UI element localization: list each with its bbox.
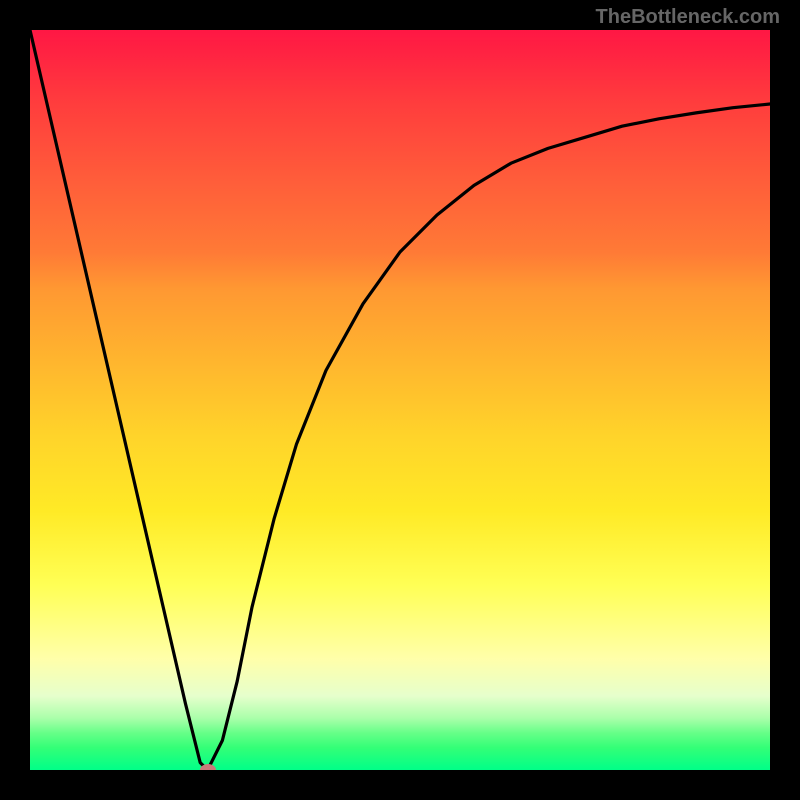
chart-area — [30, 30, 770, 770]
watermark-text: TheBottleneck.com — [596, 6, 780, 29]
minimum-marker — [200, 764, 216, 770]
curve-svg — [30, 30, 770, 770]
bottleneck-curve — [30, 30, 770, 770]
